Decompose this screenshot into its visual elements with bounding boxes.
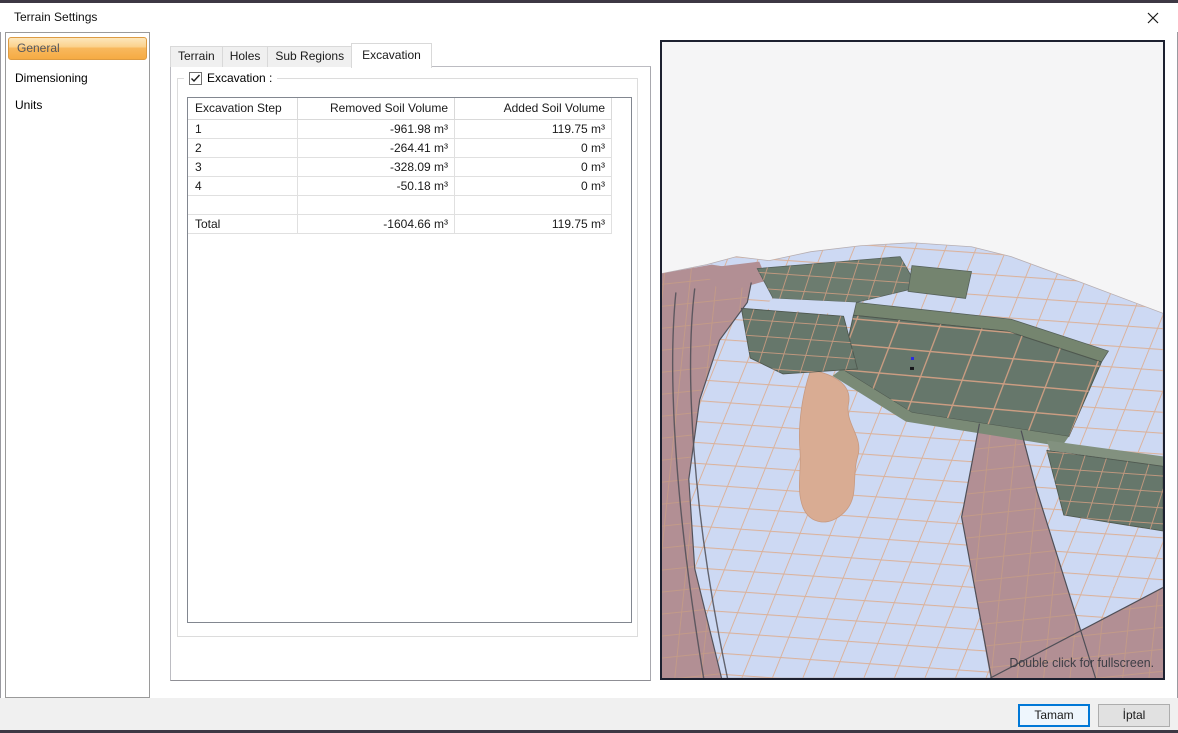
cell-added: 119.75 m³: [455, 215, 612, 234]
excavation-tab-page: Excavation : Excavation Step Removed Soi…: [170, 66, 651, 681]
excavation-table: Excavation Step Removed Soil Volume Adde…: [187, 97, 632, 623]
cell-added: 0 m³: [455, 177, 612, 196]
cell-step: [188, 196, 298, 215]
axis-marker-blue: [911, 357, 914, 360]
terrain-3d-preview[interactable]: Double click for fullscreen.: [660, 40, 1165, 680]
cell-step: 4: [188, 177, 298, 196]
cell-added: 0 m³: [455, 139, 612, 158]
cell-step: 2: [188, 139, 298, 158]
column-header-excavation-step[interactable]: Excavation Step: [188, 98, 298, 120]
table-row-total[interactable]: Total -1604.66 m³ 119.75 m³: [188, 215, 612, 234]
cell-removed: -264.41 m³: [298, 139, 455, 158]
excavation-table-grid: Excavation Step Removed Soil Volume Adde…: [188, 98, 612, 234]
close-icon: [1147, 12, 1159, 24]
cell-step: 3: [188, 158, 298, 177]
sidebar-item-units[interactable]: Units: [6, 87, 149, 114]
settings-category-list: General Dimensioning Units: [5, 32, 150, 698]
sidebar-item-general[interactable]: General: [8, 37, 147, 60]
cancel-button[interactable]: İptal: [1098, 704, 1170, 727]
cell-removed: -1604.66 m³: [298, 215, 455, 234]
table-header-row: Excavation Step Removed Soil Volume Adde…: [188, 98, 612, 120]
window-title: Terrain Settings: [14, 10, 97, 24]
table-row[interactable]: 2 -264.41 m³ 0 m³: [188, 139, 612, 158]
column-header-removed-soil-volume[interactable]: Removed Soil Volume: [298, 98, 455, 120]
terrain-3d-render: Double click for fullscreen.: [662, 42, 1163, 678]
table-row-empty[interactable]: [188, 196, 612, 215]
axis-marker-black: [910, 367, 914, 370]
ok-button[interactable]: Tamam: [1018, 704, 1090, 727]
excavation-checkbox-label: Excavation :: [207, 71, 272, 85]
tab-excavation[interactable]: Excavation: [351, 43, 432, 68]
cell-step: Total: [188, 215, 298, 234]
tab-terrain[interactable]: Terrain: [170, 46, 223, 67]
cell-step: 1: [188, 120, 298, 139]
cell-removed: -961.98 m³: [298, 120, 455, 139]
tab-sub-regions[interactable]: Sub Regions: [267, 46, 352, 67]
dialog-footer: Tamam İptal: [0, 698, 1178, 730]
tab-holes[interactable]: Holes: [222, 46, 269, 67]
title-bar: Terrain Settings: [0, 3, 1178, 32]
checkmark-icon: [190, 73, 201, 84]
table-row[interactable]: 4 -50.18 m³ 0 m³: [188, 177, 612, 196]
terrain-tabs: Terrain Holes Sub Regions Excavation: [170, 42, 431, 67]
excavation-groupbox: Excavation : Excavation Step Removed Soi…: [177, 78, 638, 637]
excavation-checkbox[interactable]: [189, 72, 202, 85]
cell-removed: -328.09 m³: [298, 158, 455, 177]
table-row[interactable]: 1 -961.98 m³ 119.75 m³: [188, 120, 612, 139]
close-button[interactable]: [1136, 6, 1170, 30]
cell-added: [455, 196, 612, 215]
cell-removed: [298, 196, 455, 215]
terrain-settings-dialog: Terrain Settings General Dimensioning Un…: [0, 0, 1178, 733]
cell-added: 0 m³: [455, 158, 612, 177]
sidebar-item-dimensioning[interactable]: Dimensioning: [6, 60, 149, 87]
cell-added: 119.75 m³: [455, 120, 612, 139]
excavation-legend: Excavation :: [184, 71, 277, 85]
table-row[interactable]: 3 -328.09 m³ 0 m³: [188, 158, 612, 177]
column-header-added-soil-volume[interactable]: Added Soil Volume: [455, 98, 612, 120]
cell-removed: -50.18 m³: [298, 177, 455, 196]
fullscreen-hint: Double click for fullscreen.: [1009, 656, 1154, 670]
